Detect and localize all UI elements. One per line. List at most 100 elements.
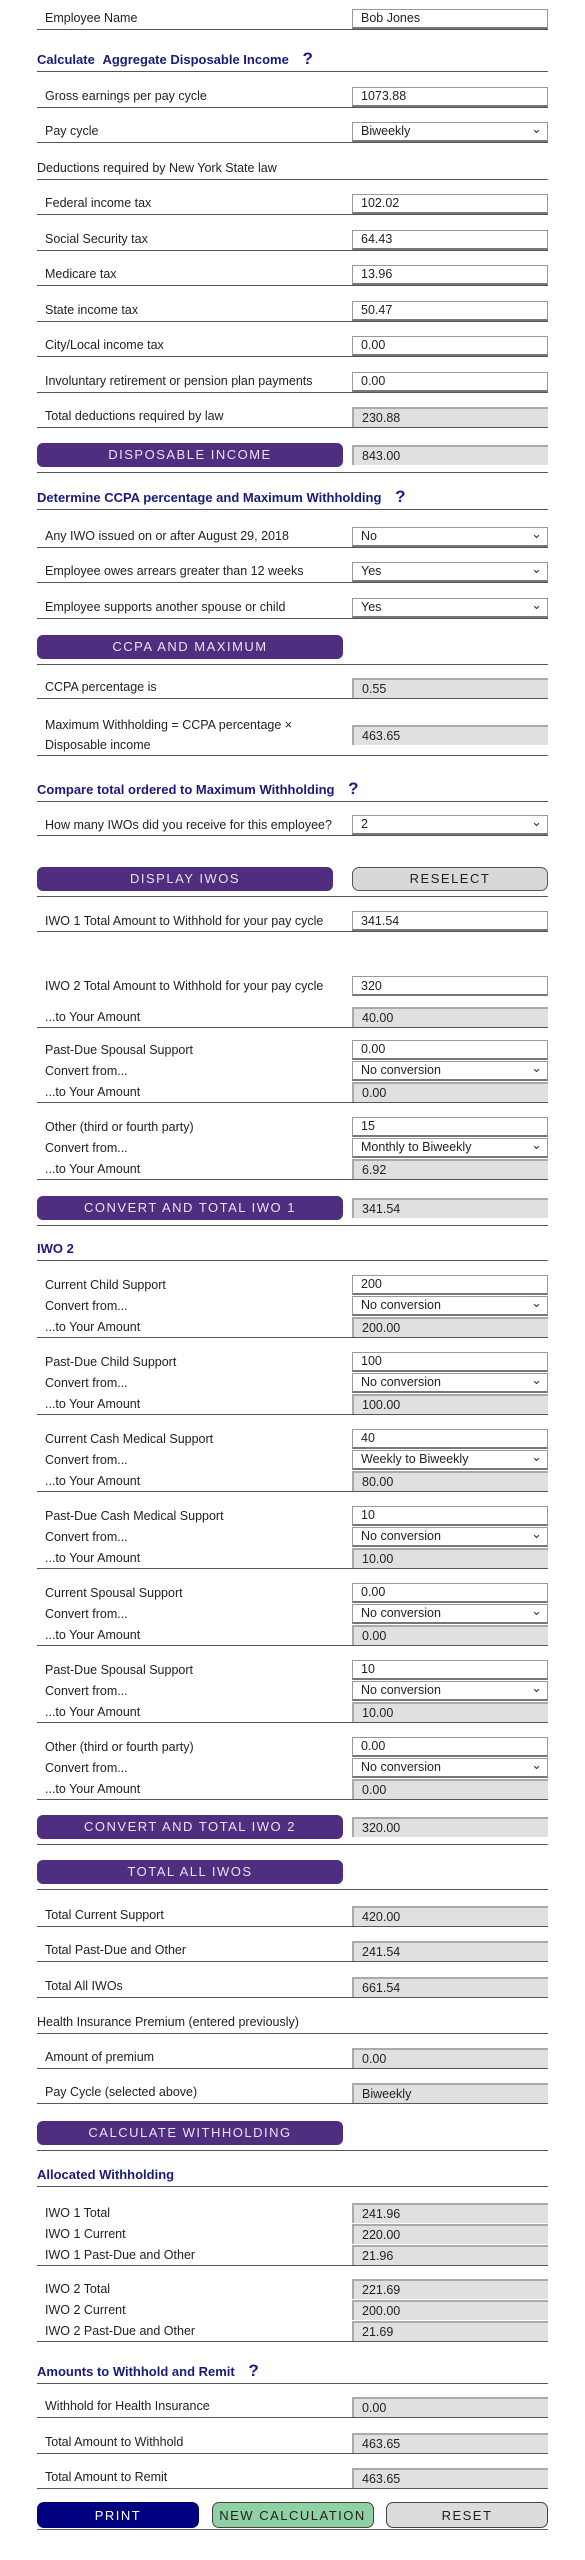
employee-name-row: Employee Name [37, 8, 548, 30]
item-amount-input[interactable] [352, 1039, 548, 1060]
item-label: Current Spousal Support [45, 1585, 183, 1600]
reselect-button[interactable]: RESELECT [352, 867, 548, 891]
allocated-label: IWO 1 Current [45, 2226, 126, 2241]
gross-earnings-input[interactable] [352, 86, 548, 107]
convert-select[interactable]: No conversion [352, 1294, 548, 1316]
medicare-tax-input[interactable] [352, 264, 548, 285]
item-amount-input[interactable] [352, 1274, 548, 1295]
item-amount-input[interactable] [352, 1116, 548, 1137]
iwo2-total-input[interactable] [352, 976, 548, 996]
compare-section-title: Compare total ordered to Maximum Withhol… [37, 778, 548, 802]
remit-section-title: Amounts to Withhold and Remit ? [37, 2360, 548, 2384]
iwo2-item: Past-Due Cash Medical Support Convert fro… [37, 1504, 548, 1569]
to-amount-output [352, 1470, 548, 1491]
to-amount-output [352, 1624, 548, 1645]
item-amount-input[interactable] [352, 1582, 548, 1603]
total-all-iwos-output [352, 1976, 548, 1997]
ccpa-percentage-row: CCPA percentage is [37, 677, 548, 699]
ccpa-percentage-label: CCPA percentage is [45, 680, 157, 694]
federal-tax-input[interactable] [352, 193, 548, 214]
ccpa-section-title: Determine CCPA percentage and Maximum Wi… [37, 486, 548, 510]
iwo-date-row: Any IWO issued on or after August 29, 20… [37, 525, 548, 548]
help-icon[interactable]: ? [248, 2361, 258, 2380]
iwo1-total-input[interactable] [352, 911, 548, 931]
ss-tax-label: Social Security tax [45, 232, 148, 246]
item-amount-input[interactable] [352, 1505, 548, 1526]
retirement-row: Involuntary retirement or pension plan p… [37, 371, 548, 393]
help-icon[interactable]: ? [395, 487, 405, 506]
iwo2-convert-row: CONVERT AND TOTAL IWO 2 [37, 1815, 548, 1845]
convert-select[interactable]: Weekly to Biweekly [352, 1448, 548, 1470]
convert-select[interactable]: No conversion [352, 1059, 548, 1081]
allocated-label: IWO 1 Past-Due and Other [45, 2247, 196, 2262]
allocated-label: IWO 2 Past-Due and Other [45, 2323, 196, 2338]
print-button[interactable]: PRINT [37, 2502, 199, 2528]
adi-title-link[interactable]: Aggregate Disposable Income [102, 52, 288, 67]
convert-select[interactable]: No conversion [352, 1602, 548, 1624]
iwo1-item: Past-Due Spousal Support Convert from...… [37, 1038, 548, 1103]
iwo2-item: Current Spousal Support Convert from... No… [37, 1581, 548, 1646]
iwo-date-label: Any IWO issued on or after August 29, 20… [45, 529, 289, 543]
city-tax-input[interactable] [352, 335, 548, 356]
item-amount-input[interactable] [352, 1351, 548, 1372]
calculate-row: CALCULATE WITHHOLDING [37, 2121, 548, 2151]
to-amount-output [352, 1778, 548, 1799]
ccpa-percentage-output [352, 677, 548, 698]
allocated-label: IWO 2 Total [45, 2281, 111, 2296]
convert-total-iwo2-button[interactable]: CONVERT AND TOTAL IWO 2 [37, 1815, 343, 1839]
ccpa-and-maximum-button[interactable]: CCPA AND MAXIMUM [37, 635, 343, 659]
total-deductions-output [352, 406, 548, 427]
item-label: Past-Due Cash Medical Support [45, 1508, 224, 1523]
premium-row: Amount of premium [37, 2047, 548, 2069]
convert-select[interactable]: Monthly to Biweekly [352, 1136, 548, 1158]
iwo2-item: Past-Due Child Support Convert from... No … [37, 1350, 548, 1415]
adi-section-title: Calculate Aggregate Disposable Income ? [37, 48, 548, 72]
arrears-select[interactable]: Yes [352, 560, 548, 582]
convert-select[interactable]: No conversion [352, 1525, 548, 1547]
help-icon[interactable]: ? [348, 779, 358, 798]
total-remit-output [352, 2467, 548, 2488]
state-tax-input[interactable] [352, 300, 548, 321]
convert-total-iwo1-button[interactable]: CONVERT AND TOTAL IWO 1 [37, 1196, 343, 1220]
disposable-income-row: DISPOSABLE INCOME [37, 443, 548, 473]
convert-label: Convert from... [45, 1684, 128, 1698]
retirement-input[interactable] [352, 371, 548, 392]
health-cycle-output [352, 2082, 548, 2103]
employee-name-input[interactable] [352, 8, 548, 29]
item-amount-input[interactable] [352, 1659, 548, 1680]
iwo-date-select[interactable]: No [352, 525, 548, 547]
allocated-label: IWO 2 Current [45, 2302, 126, 2317]
convert-select[interactable]: No conversion [352, 1679, 548, 1701]
total-all-iwos-label: Total All IWOs [45, 1979, 123, 1993]
total-all-iwos-button[interactable]: TOTAL ALL IWOS [37, 1860, 343, 1884]
ccpa-button-row: CCPA AND MAXIMUM [37, 635, 548, 665]
help-icon[interactable]: ? [302, 49, 312, 68]
calculate-withholding-button[interactable]: CALCULATE WITHHOLDING [37, 2121, 343, 2145]
arrears-row: Employee owes arrears greater than 12 we… [37, 560, 548, 583]
how-many-select[interactable]: 2 [352, 813, 548, 835]
supports-row: Employee supports another spouse or chil… [37, 596, 548, 619]
ss-tax-input[interactable] [352, 229, 548, 250]
state-tax-row: State income tax [37, 300, 548, 322]
convert-select[interactable]: No conversion [352, 1371, 548, 1393]
iwo1-item: Other (third or fourth party) Convert fr… [37, 1115, 548, 1180]
max-withholding-output [352, 725, 548, 745]
new-calculation-button[interactable]: NEW CALCULATION [211, 2502, 374, 2528]
iwo1-total-output [352, 1198, 548, 1218]
withhold-health-label: Withhold for Health Insurance [45, 2399, 210, 2413]
convert-select[interactable]: No conversion [352, 1756, 548, 1778]
total-all-iwos-row: Total All IWOs [37, 1976, 548, 1998]
to-amount-output [352, 1316, 548, 1337]
convert-label: Convert from... [45, 1376, 128, 1390]
supports-select[interactable]: Yes [352, 596, 548, 618]
pay-cycle-select[interactable]: Biweekly [352, 120, 548, 142]
reset-button[interactable]: RESET [386, 2502, 548, 2528]
item-amount-input[interactable] [352, 1428, 548, 1449]
total-pastdue-output [352, 1940, 548, 1961]
disposable-income-button[interactable]: DISPOSABLE INCOME [37, 443, 343, 467]
city-tax-row: City/Local income tax [37, 335, 548, 357]
iwo1-convert-row: CONVERT AND TOTAL IWO 1 [37, 1196, 548, 1226]
display-iwos-button[interactable]: DISPLAY IWOS [37, 867, 333, 891]
item-amount-input[interactable] [352, 1736, 548, 1757]
iwo2-section-title: IWO 2 [37, 1238, 548, 1261]
